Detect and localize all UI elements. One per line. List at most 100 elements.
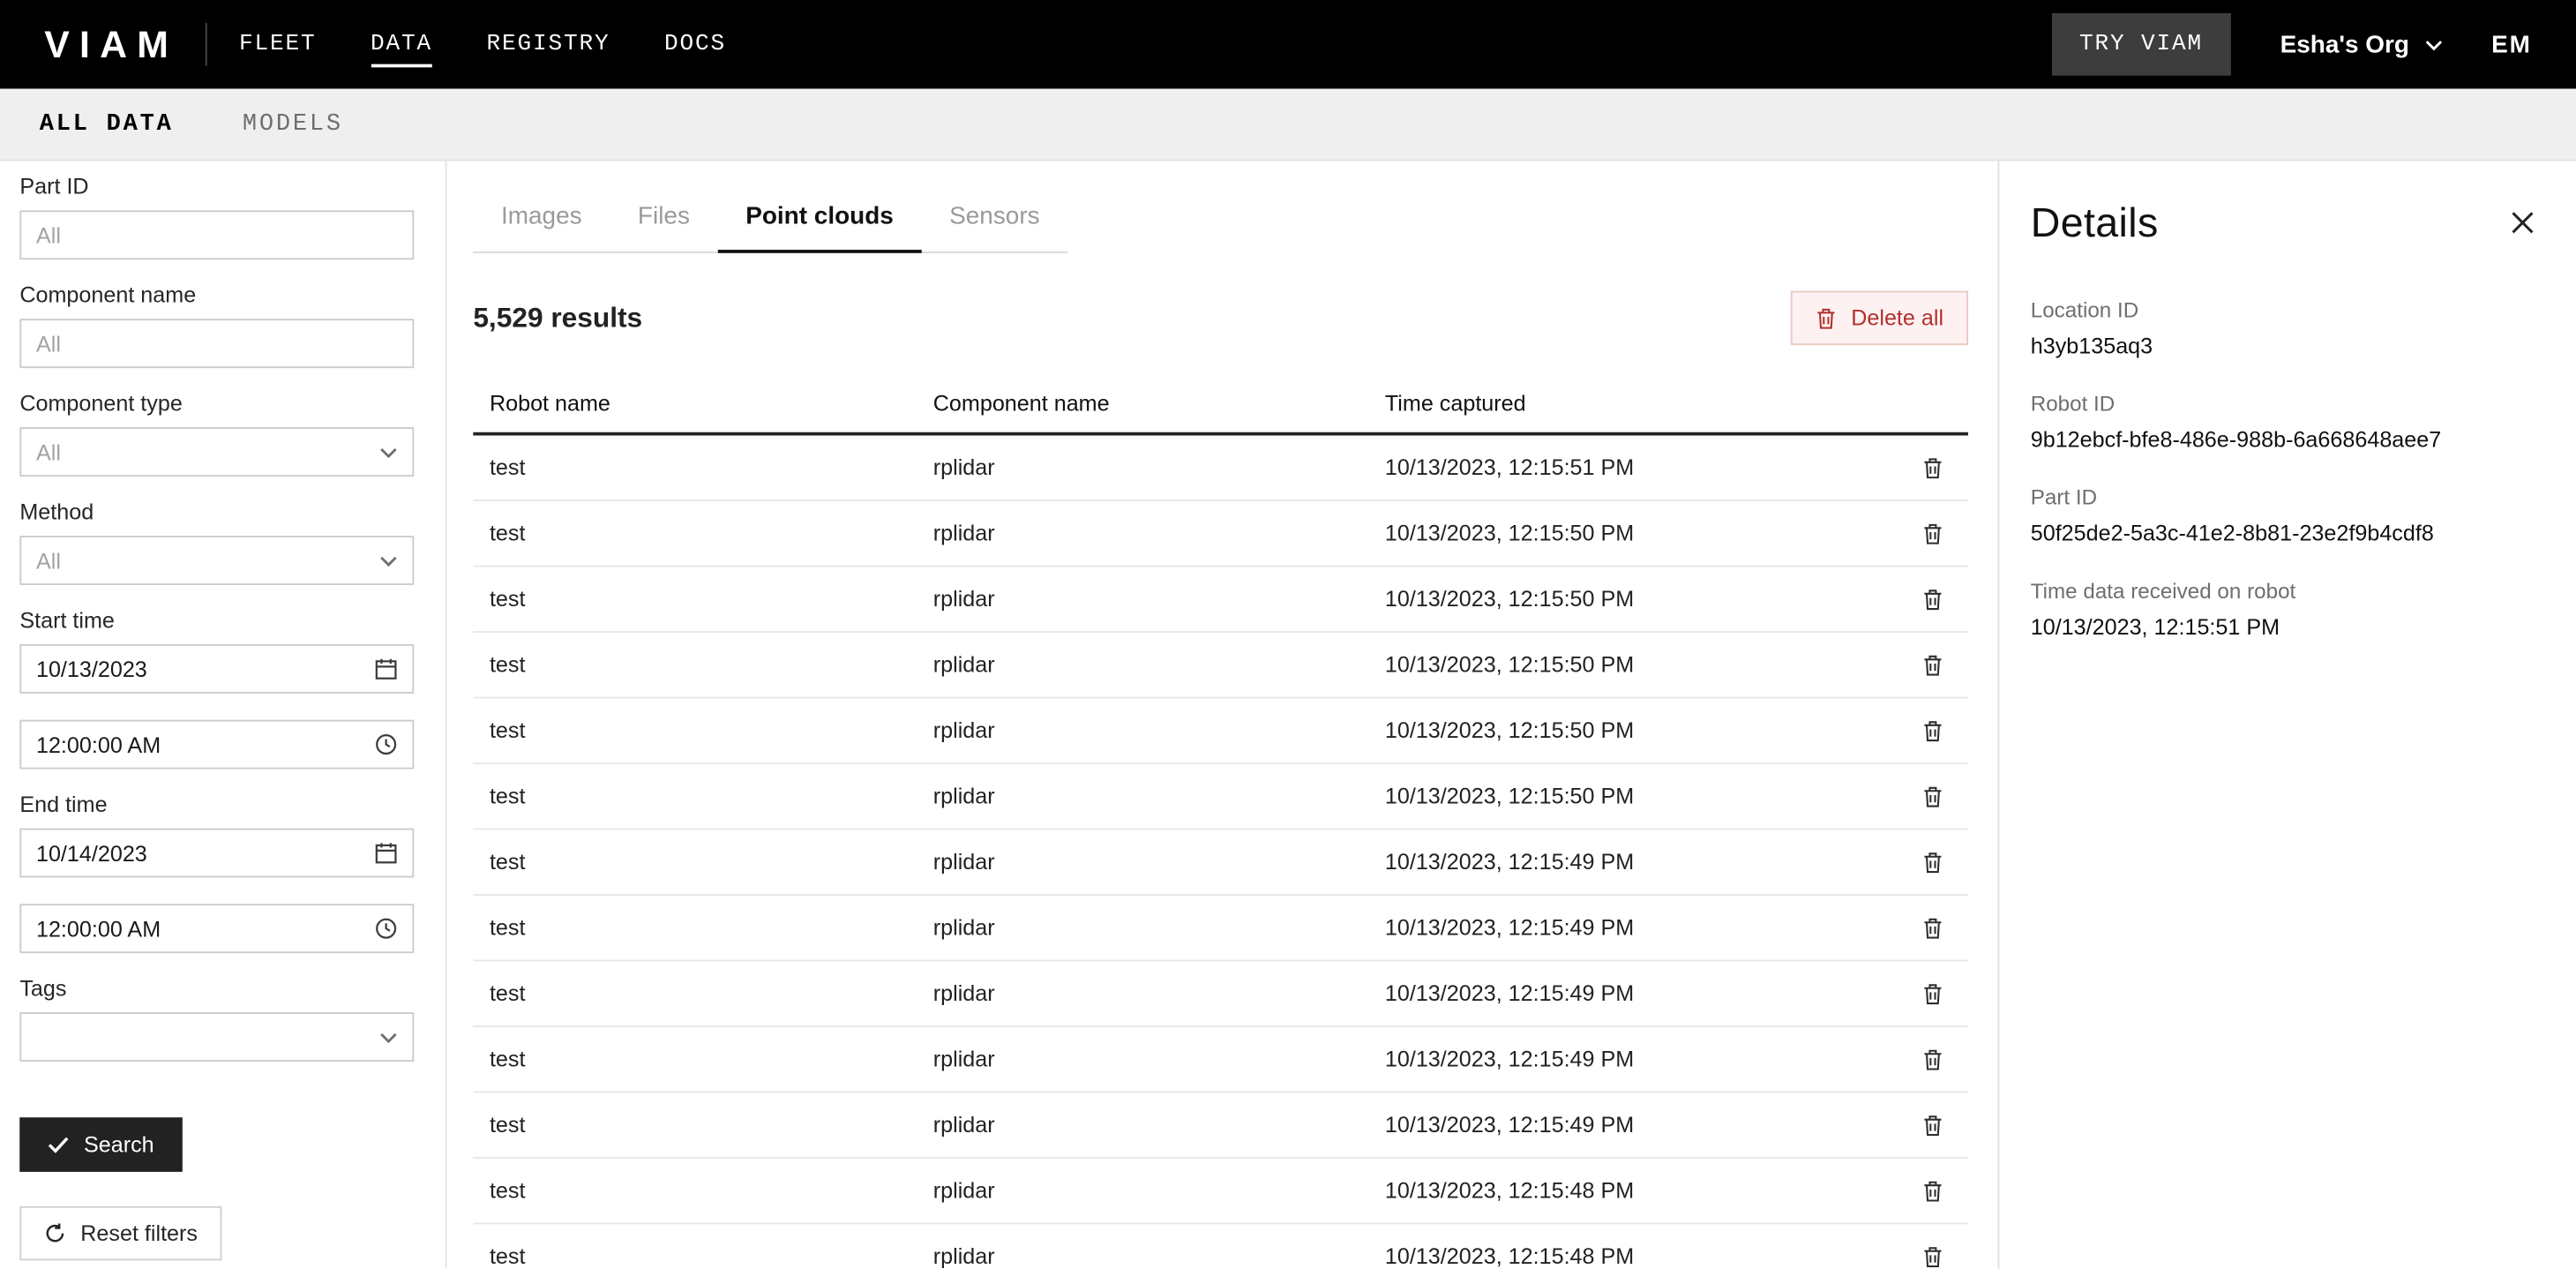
trash-icon [1921, 719, 1943, 742]
clock-icon[interactable] [375, 733, 398, 756]
end-date-input[interactable] [36, 841, 375, 866]
row-delete-button[interactable] [1896, 1245, 1968, 1268]
row-delete-button[interactable] [1896, 456, 1968, 479]
cell-robot-name: test [473, 1047, 917, 1071]
details-field: Location ID h3yb135aq3 [2031, 297, 2537, 358]
table-row[interactable]: test rplidar 10/13/2023, 12:15:49 PM [473, 830, 1968, 895]
row-delete-button[interactable] [1896, 1114, 1968, 1137]
table-row[interactable]: test rplidar 10/13/2023, 12:15:50 PM [473, 501, 1968, 567]
row-delete-button[interactable] [1896, 588, 1968, 611]
column-robot-name: Robot name [473, 391, 917, 416]
cell-component-name: rplidar [917, 784, 1368, 808]
row-delete-button[interactable] [1896, 522, 1968, 544]
reset-filters-button[interactable]: Reset filters [19, 1206, 222, 1260]
start-time-label: Start time [19, 608, 425, 633]
details-field: Part ID 50f25de2-5a3c-41e2-8b81-23e2f9b4… [2031, 484, 2537, 545]
delete-all-button[interactable]: Delete all [1790, 291, 1968, 345]
viam-logo[interactable]: VIAM [44, 22, 178, 66]
nav-item[interactable]: DATA [371, 21, 432, 67]
end-clock-field[interactable] [19, 904, 414, 953]
cell-time-captured: 10/13/2023, 12:15:50 PM [1368, 587, 1896, 612]
org-switcher[interactable]: Esha's Org [2280, 30, 2443, 58]
component-type-label: Component type [19, 391, 425, 416]
tags-select[interactable] [19, 1012, 414, 1062]
cell-component-name: rplidar [917, 587, 1368, 612]
reset-filters-label: Reset filters [80, 1221, 198, 1246]
part-id-field[interactable] [19, 210, 414, 259]
nav-item[interactable]: REGISTRY [486, 21, 610, 67]
details-field-label: Location ID [2031, 297, 2537, 322]
table-row[interactable]: test rplidar 10/13/2023, 12:15:49 PM [473, 1093, 1968, 1158]
start-clock-field[interactable] [19, 720, 414, 770]
details-title: Details [2031, 200, 2537, 248]
end-date-field[interactable] [19, 829, 414, 878]
calendar-icon[interactable] [375, 657, 398, 680]
details-field-label: Robot ID [2031, 391, 2537, 416]
data-type-tab[interactable]: Images [473, 202, 610, 252]
table-row[interactable]: test rplidar 10/13/2023, 12:15:50 PM [473, 567, 1968, 632]
part-id-input[interactable] [36, 222, 398, 247]
data-type-tab[interactable]: Sensors [921, 202, 1067, 252]
try-viam-button[interactable]: TRY VIAM [2051, 13, 2230, 76]
data-type-tab[interactable]: Files [610, 202, 717, 252]
table-body: test rplidar 10/13/2023, 12:15:51 PM tes… [473, 435, 1968, 1268]
cell-robot-name: test [473, 455, 917, 480]
row-delete-button[interactable] [1896, 719, 1968, 742]
cell-time-captured: 10/13/2023, 12:15:50 PM [1368, 521, 1896, 545]
table-row[interactable]: test rplidar 10/13/2023, 12:15:50 PM [473, 698, 1968, 763]
row-delete-button[interactable] [1896, 916, 1968, 939]
table-row[interactable]: test rplidar 10/13/2023, 12:15:50 PM [473, 633, 1968, 698]
details-fields: Location ID h3yb135aq3 Robot ID 9b12ebcf… [2031, 297, 2537, 639]
chevron-down-icon [379, 1032, 397, 1043]
cell-component-name: rplidar [917, 981, 1368, 1006]
cell-component-name: rplidar [917, 1178, 1368, 1203]
cell-robot-name: test [473, 1244, 917, 1269]
data-type-tab[interactable]: Point clouds [718, 202, 922, 252]
start-time-input[interactable] [36, 732, 375, 757]
row-delete-button[interactable] [1896, 1179, 1968, 1202]
trash-icon [1921, 851, 1943, 874]
row-delete-button[interactable] [1896, 1047, 1968, 1070]
table-row[interactable]: test rplidar 10/13/2023, 12:15:48 PM [473, 1159, 1968, 1224]
row-delete-button[interactable] [1896, 982, 1968, 1005]
cell-component-name: rplidar [917, 1113, 1368, 1138]
row-delete-button[interactable] [1896, 785, 1968, 807]
chevron-down-icon [2424, 39, 2442, 50]
method-select[interactable]: All [19, 536, 414, 585]
subnav-item[interactable]: MODELS [243, 111, 343, 138]
table-row[interactable]: test rplidar 10/13/2023, 12:15:49 PM [473, 1027, 1968, 1093]
row-delete-button[interactable] [1896, 851, 1968, 874]
table-row[interactable]: test rplidar 10/13/2023, 12:15:49 PM [473, 896, 1968, 961]
nav-item[interactable]: FLEET [239, 21, 317, 67]
subnav-item[interactable]: ALL DATA [40, 111, 174, 138]
trash-icon [1921, 1245, 1943, 1268]
details-field-value: 10/13/2023, 12:15:51 PM [2031, 614, 2537, 639]
user-avatar[interactable]: EM [2491, 30, 2532, 58]
cell-time-captured: 10/13/2023, 12:15:50 PM [1368, 652, 1896, 677]
search-button[interactable]: Search [19, 1117, 182, 1171]
close-icon[interactable] [2511, 210, 2535, 235]
details-field-label: Part ID [2031, 484, 2537, 509]
table-row[interactable]: test rplidar 10/13/2023, 12:15:48 PM [473, 1224, 1968, 1268]
nav-item[interactable]: DOCS [664, 21, 726, 67]
trash-icon [1921, 982, 1943, 1005]
table-header: Robot name Component name Time captured [473, 381, 1968, 435]
start-date-field[interactable] [19, 644, 414, 694]
component-name-input[interactable] [36, 331, 398, 356]
cell-robot-name: test [473, 981, 917, 1006]
component-type-select[interactable]: All [19, 427, 414, 477]
table-row[interactable]: test rplidar 10/13/2023, 12:15:49 PM [473, 961, 1968, 1026]
calendar-icon[interactable] [375, 841, 398, 864]
sub-nav: ALL DATA MODELS [0, 89, 2576, 161]
row-delete-button[interactable] [1896, 653, 1968, 676]
method-label: Method [19, 499, 425, 524]
table-row[interactable]: test rplidar 10/13/2023, 12:15:50 PM [473, 764, 1968, 830]
component-name-field[interactable] [19, 319, 414, 368]
start-date-input[interactable] [36, 657, 375, 681]
end-time-input[interactable] [36, 916, 375, 941]
clock-icon[interactable] [375, 917, 398, 940]
cell-time-captured: 10/13/2023, 12:15:50 PM [1368, 718, 1896, 743]
table-row[interactable]: test rplidar 10/13/2023, 12:15:51 PM [473, 435, 1968, 500]
check-icon [48, 1136, 69, 1153]
cell-robot-name: test [473, 652, 917, 677]
